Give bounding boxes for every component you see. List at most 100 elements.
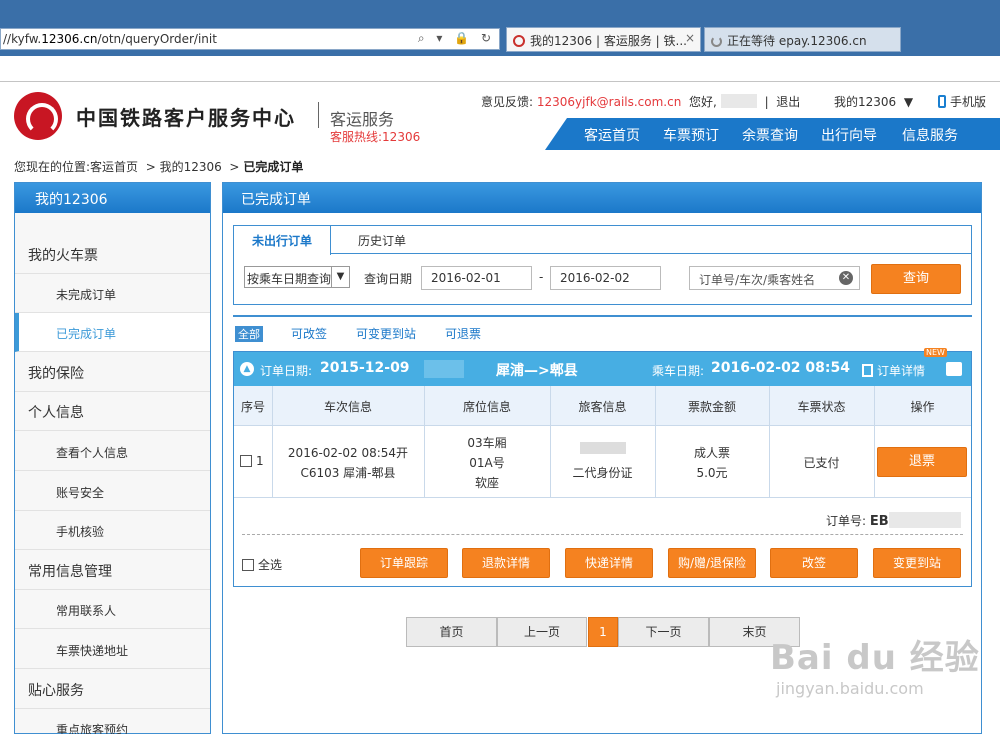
change-ticket-button[interactable]: 改签 <box>770 548 858 578</box>
order-tracking-button[interactable]: 订单跟踪 <box>360 548 448 578</box>
user-bar: 意见反馈: 12306yjfk@rails.com.cn 您好, | 退出 <box>481 94 801 109</box>
column-header: 序号 <box>240 400 265 414</box>
sidebar-group-insurance[interactable]: 我的保险 <box>15 353 210 392</box>
prev-page-button[interactable]: 上一页 <box>497 617 587 647</box>
address-tool-icons[interactable]: ⌕ ▾ 🔒 ↻ <box>418 31 495 46</box>
my12306-menu[interactable]: 我的12306 ▼ <box>834 93 913 110</box>
next-page-button[interactable]: 下一页 <box>618 617 709 647</box>
order-card: ▲ 订单日期: 2015-12-09 犀浦—>郫县 乘车日期: 2016-02-… <box>233 348 972 587</box>
sidebar-group-personal-info[interactable]: 个人信息 <box>15 392 210 431</box>
delivery-detail-button[interactable]: 快递详情 <box>565 548 653 578</box>
sidebar: 我的12306 我的火车票 未完成订单 已完成订单 我的保险 个人信息 查看个人… <box>14 182 211 734</box>
feedback-email-link[interactable]: 12306yjfk@rails.com.cn <box>537 95 681 109</box>
page-title: 已完成订单 <box>223 183 981 213</box>
refund-button[interactable]: 退票 <box>877 447 967 477</box>
sidebar-item-unfinished-orders[interactable]: 未完成订单 <box>15 274 210 313</box>
address-url: //kyfw.12306.cn/otn/queryOrder/init <box>3 32 217 46</box>
service-hotline: 客服热线:12306 <box>330 130 421 144</box>
site-subtitle: 客运服务 <box>330 110 395 129</box>
filter-all[interactable]: 全部 <box>235 326 263 342</box>
date-type-select[interactable]: 按乘车日期查询 ▼ <box>244 266 350 288</box>
seat-type: 软座 <box>474 476 499 490</box>
order-route: 犀浦—>郫县 <box>496 363 578 379</box>
table-row: 1 2016-02-02 08:54开 C6103 犀浦-郫县 03车厢 01A… <box>234 426 971 498</box>
12306-favicon-icon <box>513 35 525 47</box>
new-badge: NEW <box>924 348 947 357</box>
sidebar-title: 我的12306 <box>15 183 210 213</box>
browser-tab-12306[interactable]: 我的12306 | 客运服务 | 铁... × <box>506 27 701 52</box>
order-number: 订单号: EB <box>826 512 961 529</box>
address-bar[interactable]: //kyfw.12306.cn/otn/queryOrder/init ⌕ ▾ … <box>0 28 500 50</box>
ticket-type: 成人票 <box>693 446 730 460</box>
seat-car: 03车厢 <box>467 436 507 450</box>
filter-change-station[interactable]: 可变更到站 <box>356 325 416 342</box>
logo-divider <box>318 102 319 128</box>
first-page-button[interactable]: 首页 <box>406 617 497 647</box>
tab-upcoming-orders[interactable]: 未出行订单 <box>234 226 332 255</box>
order-detail-link[interactable]: 订单详情 <box>862 362 925 379</box>
nav-booking[interactable]: 车票预订 <box>663 125 719 145</box>
sidebar-item-completed-orders[interactable]: 已完成订单 <box>15 313 210 352</box>
nav-home[interactable]: 客运首页 <box>584 125 640 145</box>
order-search-input[interactable]: 订单号/车次/乘客姓名 ✕ <box>689 266 860 290</box>
browser-toolbar: //kyfw.12306.cn/otn/queryOrder/init ⌕ ▾ … <box>0 0 1000 56</box>
close-tab-icon[interactable]: × <box>685 31 695 45</box>
collapse-icon[interactable]: ▲ <box>240 362 254 376</box>
column-header: 车次信息 <box>323 400 372 414</box>
sidebar-group-common-info[interactable]: 常用信息管理 <box>15 551 210 590</box>
current-page[interactable]: 1 <box>588 617 618 647</box>
breadcrumb-home[interactable]: 客运首页 <box>90 160 138 174</box>
row-checkbox[interactable]: 1 <box>240 454 264 468</box>
nav-remaining-tickets[interactable]: 余票查询 <box>742 125 798 145</box>
train-route: C6103 犀浦-郫县 <box>300 466 396 480</box>
nav-travel-guide[interactable]: 出行向导 <box>821 125 877 145</box>
passenger-name-redacted <box>550 442 655 457</box>
ticket-price: 5.0元 <box>696 466 728 480</box>
browser-command-bar <box>0 56 1000 82</box>
site-title: 中国铁路客户服务中心 <box>76 106 296 130</box>
train-time: 2016-02-02 08:54开 <box>287 446 409 460</box>
sidebar-item-contacts[interactable]: 常用联系人 <box>15 590 210 629</box>
order-date: 2015-12-09 <box>320 360 410 376</box>
sidebar-group-train-tickets[interactable]: 我的火车票 <box>15 235 210 274</box>
column-header: 旅客信息 <box>578 400 627 414</box>
redacted-block <box>424 360 464 378</box>
sidebar-group-services[interactable]: 贴心服务 <box>15 670 210 709</box>
sidebar-item-delivery-address[interactable]: 车票快递地址 <box>15 630 210 669</box>
mobile-version-link[interactable]: 手机版 <box>938 93 986 110</box>
sidebar-item-phone-verify[interactable]: 手机核验 <box>15 511 210 550</box>
feedback-label: 意见反馈: <box>481 95 534 109</box>
document-icon <box>862 364 873 377</box>
id-type: 二代身份证 <box>572 466 633 480</box>
sidebar-item-view-info[interactable]: 查看个人信息 <box>15 432 210 471</box>
query-button[interactable]: 查询 <box>871 264 961 294</box>
filter-refundable[interactable]: 可退票 <box>445 325 481 342</box>
change-station-button[interactable]: 变更到站 <box>873 548 961 578</box>
clear-icon[interactable]: ✕ <box>839 271 853 285</box>
select-all-checkbox[interactable]: 全选 <box>242 556 282 573</box>
refund-detail-button[interactable]: 退款详情 <box>462 548 550 578</box>
end-date-input[interactable]: 2016-02-02 <box>550 266 661 290</box>
browser-tab-epay[interactable]: 正在等待 epay.12306.cn <box>704 27 901 52</box>
nav-info-service[interactable]: 信息服务 <box>902 125 958 145</box>
tab-history-orders[interactable]: 历史订单 <box>340 226 424 254</box>
query-date-label: 查询日期 <box>364 272 413 286</box>
column-header: 车票状态 <box>797 400 846 414</box>
print-icon[interactable] <box>946 362 962 376</box>
travel-date: 2016-02-02 08:54 <box>711 360 850 376</box>
column-header: 席位信息 <box>462 400 511 414</box>
filter-changeable[interactable]: 可改签 <box>291 325 327 342</box>
insurance-button[interactable]: 购/赠/退保险 <box>668 548 756 578</box>
logout-link[interactable]: 退出 <box>776 95 800 109</box>
query-form: 未出行订单 历史订单 按乘车日期查询 ▼ 查询日期 2016-02-01 - 2… <box>233 225 972 305</box>
phone-icon <box>938 95 946 108</box>
start-date-input[interactable]: 2016-02-01 <box>421 266 532 290</box>
filter-divider <box>233 315 972 317</box>
sidebar-item-account-security[interactable]: 账号安全 <box>15 472 210 511</box>
breadcrumb: 您现在的位置:客运首页 > 我的12306 > 已完成订单 <box>14 160 304 174</box>
sidebar-item-priority-passenger[interactable]: 重点旅客预约 <box>15 709 210 734</box>
breadcrumb-current: 已完成订单 <box>243 160 304 174</box>
main-nav: 客运首页 车票预订 余票查询 出行向导 信息服务 <box>545 118 1000 150</box>
greeting: 您好, <box>688 95 717 109</box>
breadcrumb-my12306[interactable]: 我的12306 <box>160 160 222 174</box>
